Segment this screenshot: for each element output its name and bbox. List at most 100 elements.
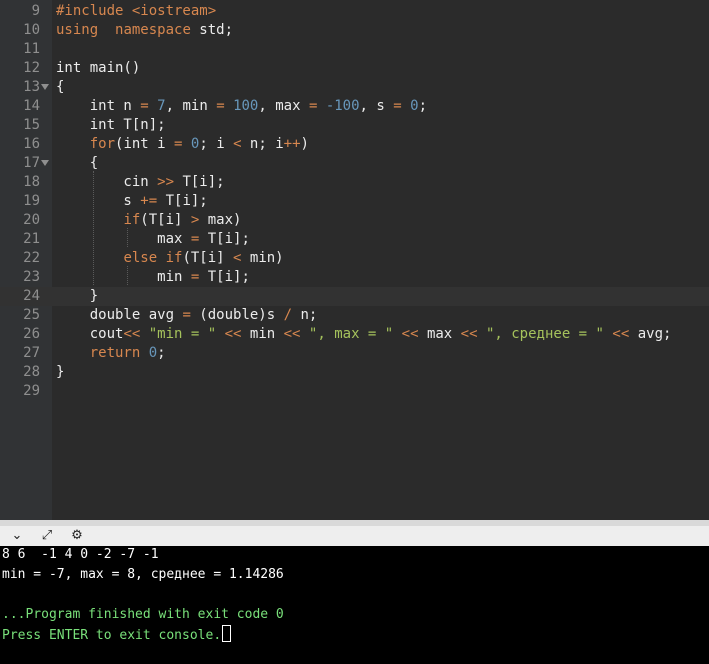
code-token: } (56, 288, 99, 304)
code-token: } (56, 364, 65, 380)
code-token: n; i (241, 136, 284, 152)
code-line[interactable]: 29 (0, 382, 709, 401)
code-token: (T[i] (140, 212, 191, 228)
line-number: 12 (23, 60, 40, 76)
code-token: , max (258, 98, 309, 114)
line-number: 25 (23, 307, 40, 323)
line-number: 28 (23, 364, 40, 380)
code-token: namespace (115, 22, 191, 38)
indent-guide (127, 266, 128, 285)
code-line[interactable]: 22 else if(T[i] < min) (0, 249, 709, 268)
code-token: (int i (115, 136, 175, 152)
code-line[interactable]: 24 } (0, 287, 709, 306)
code-line[interactable]: 13 { (0, 78, 709, 97)
chevron-down-icon[interactable]: ⌄ (6, 526, 28, 546)
console-output-line: min = -7, max = 8, среднее = 1.14286 (2, 567, 284, 582)
code-text: s += T[i]; (56, 192, 208, 211)
code-token: std; (190, 22, 234, 38)
code-token: max (418, 326, 461, 342)
code-line[interactable]: 16 for(int i = 0; i < n; i++) (0, 135, 709, 154)
code-line[interactable]: 12 int main() (0, 59, 709, 78)
indent-guide (93, 171, 94, 285)
code-token: int T[n]; (56, 117, 166, 133)
code-token: T[i]; (199, 231, 250, 247)
code-token: s (56, 193, 141, 209)
code-token: << (612, 326, 630, 342)
code-line[interactable]: 10 using namespace std; (0, 21, 709, 40)
code-line[interactable]: 26 cout<< "min = " << min << ", max = " … (0, 325, 709, 344)
code-text: { (56, 78, 64, 97)
code-token: int n (56, 98, 141, 114)
console-prompt: Press ENTER to exit console. (2, 625, 232, 645)
code-token: { (56, 155, 99, 171)
code-text: cout<< "min = " << min << ", max = " << … (56, 325, 672, 344)
code-line[interactable]: 23 min = T[i]; (0, 268, 709, 287)
line-number: 29 (23, 383, 40, 399)
code-token: ) (300, 136, 309, 152)
code-line[interactable]: 15 int T[n]; (0, 116, 709, 135)
code-token: , min (165, 98, 217, 114)
code-token: using (56, 22, 99, 38)
output-console[interactable]: 8 6 -1 4 0 -2 -7 -1 min = -7, max = 8, с… (0, 546, 709, 664)
fold-toggle-icon[interactable] (41, 84, 49, 90)
code-token: / (283, 307, 293, 323)
code-editor[interactable]: 9 #include <iostream> 10 using namespace st… (0, 0, 709, 520)
code-token: << (283, 326, 301, 342)
code-text: int T[n]; (56, 116, 166, 135)
code-line[interactable]: 20 if(T[i] > max) (0, 211, 709, 230)
code-text: min = T[i]; (56, 268, 250, 287)
expand-arrows-icon[interactable]: ⤢ (36, 526, 58, 546)
code-text: return 0; (56, 344, 166, 363)
code-token: T[i]; (199, 269, 250, 285)
code-token: 0 (410, 98, 419, 114)
code-token: n; (292, 307, 318, 323)
code-line[interactable]: 19 s += T[i]; (0, 192, 709, 211)
console-exit-message: ...Program finished with exit code 0 (2, 607, 284, 622)
console-prompt-text: Press ENTER to exit console. (2, 628, 222, 643)
code-line[interactable]: 18 cin >> T[i]; (0, 173, 709, 192)
line-number: 17 (23, 155, 40, 171)
code-token: max (56, 231, 191, 247)
code-token: = (216, 98, 225, 114)
code-token: ; (157, 345, 166, 361)
code-token: min (56, 269, 191, 285)
code-token: { (56, 79, 65, 95)
code-text: } (56, 287, 98, 306)
code-token: T[i]; (157, 193, 208, 209)
code-line[interactable]: 17 { (0, 154, 709, 173)
code-token: int main() (56, 60, 141, 76)
code-token: 7 (157, 98, 166, 114)
code-token: ++ (283, 136, 301, 152)
code-token: < (233, 136, 242, 152)
code-line[interactable]: 21 max = T[i]; (0, 230, 709, 249)
code-token: min (241, 326, 284, 342)
fold-toggle-icon[interactable] (41, 160, 49, 166)
gear-icon[interactable]: ⚙ (66, 526, 88, 546)
code-text: else if(T[i] < min) (56, 249, 284, 268)
code-text: int n = 7, min = 100, max = -100, s = 0; (56, 97, 427, 116)
code-token: ", max = " (308, 326, 394, 342)
code-token: >> (157, 174, 175, 190)
code-line[interactable]: 27 return 0; (0, 344, 709, 363)
code-token: max) (199, 212, 242, 228)
code-token: = (182, 307, 191, 323)
code-token: min) (241, 250, 284, 266)
line-number: 9 (31, 3, 40, 19)
code-line[interactable]: 25 double avg = (double)s / n; (0, 306, 709, 325)
code-line[interactable]: 14 int n = 7, min = 100, max = -100, s =… (0, 97, 709, 116)
code-token: , s (359, 98, 394, 114)
code-line[interactable]: 28} (0, 363, 709, 382)
code-line[interactable]: 9 #include <iostream> (0, 2, 709, 21)
code-line[interactable]: 11 (0, 40, 709, 59)
code-text: #include <iostream> (56, 2, 216, 21)
